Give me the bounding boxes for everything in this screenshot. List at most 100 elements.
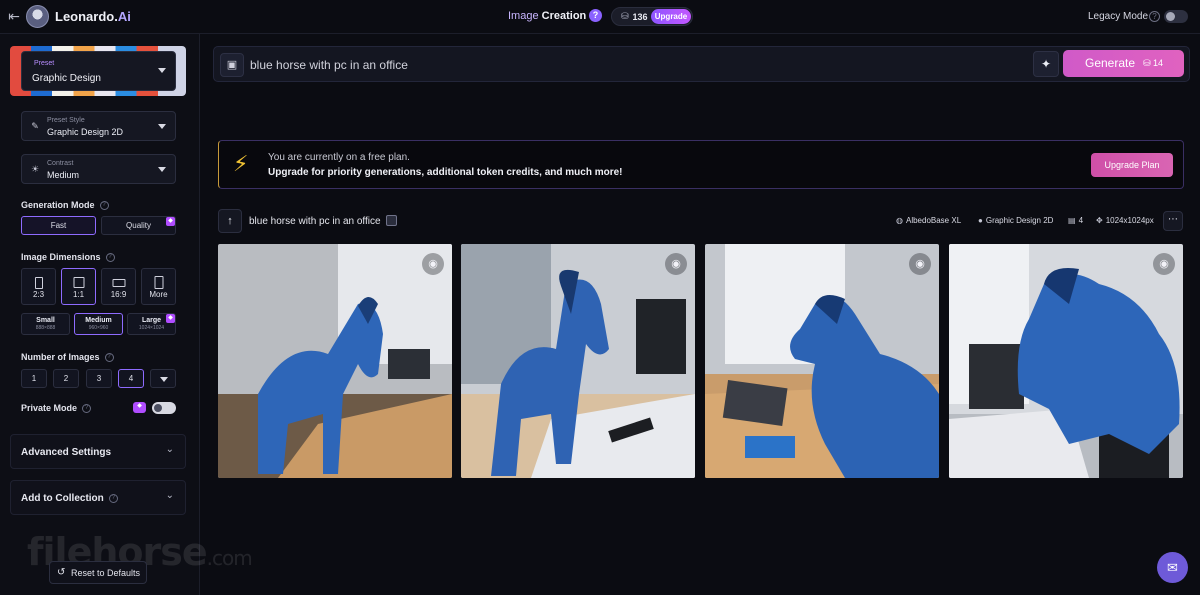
promo-line-1: You are currently on a free plan. [268, 152, 410, 163]
ratio-more-button[interactable]: More [141, 268, 176, 305]
chat-support-icon[interactable]: ✉ [1157, 552, 1188, 583]
upgrade-plan-button[interactable]: Upgrade Plan [1091, 153, 1173, 177]
help-icon[interactable]: ? [105, 253, 115, 263]
generation-mode-heading: Generation Mode? [21, 200, 109, 211]
advanced-settings-label: Advanced Settings [21, 447, 112, 458]
horse-office-image [949, 244, 1183, 478]
size-name: Medium [85, 317, 112, 324]
images-count-2-button[interactable]: 2 [53, 369, 79, 388]
settings-sidebar: Preset Graphic Design ✎ Preset Style Gra… [0, 34, 253, 595]
view-image-icon[interactable]: ◉ [665, 253, 687, 275]
reset-label: Reset to Defaults [71, 568, 141, 578]
premium-icon: ◆ [166, 217, 175, 226]
images-count-more-button[interactable] [150, 369, 176, 388]
mode-quality-button[interactable]: Quality [101, 216, 176, 235]
preset-style-value: Graphic Design 2D [47, 127, 124, 137]
main-panel: ▣ ✦ Generate ⛁ 14 ⚡ You are currently on… [201, 34, 1200, 595]
horse-office-image [218, 244, 452, 478]
ratio-2-3-button[interactable]: 2:3 [21, 268, 56, 305]
landscape-icon [112, 279, 125, 287]
help-icon[interactable]: ? [99, 201, 109, 211]
contrast-label: Contrast [47, 160, 74, 167]
upgrade-button[interactable]: Upgrade [651, 9, 691, 24]
resize-icon: ✥ [1096, 216, 1103, 225]
view-image-icon[interactable]: ◉ [1153, 253, 1175, 275]
more-options-icon[interactable]: ⋯ [1163, 211, 1183, 231]
size-resolution: 960×960 [88, 325, 109, 331]
preset-style-select[interactable]: ✎ Preset Style Graphic Design 2D [21, 111, 176, 141]
private-mode-toggle[interactable] [152, 402, 176, 414]
add-to-collection-label: Add to Collection? [21, 493, 118, 504]
style-icon: ● [978, 216, 983, 225]
help-icon[interactable]: ? [589, 9, 602, 22]
view-image-icon[interactable]: ◉ [909, 253, 931, 275]
top-bar: ⇤ Leonardo.Ai Image Creation ? ⛁ 136 Upg… [0, 0, 1200, 34]
avatar[interactable] [26, 5, 49, 28]
add-to-collection-accordion[interactable]: Add to Collection? ⌄ [10, 480, 186, 515]
size-name: Small [36, 317, 55, 324]
generated-image-2[interactable]: ◉ [461, 244, 695, 478]
prompt-enhance-icon[interactable]: ✦ [1033, 51, 1059, 77]
generated-image-4[interactable]: ◉ [949, 244, 1183, 478]
images-count-1-button[interactable]: 1 [21, 369, 47, 388]
preset-label: Preset [34, 60, 55, 67]
images-count-3-button[interactable]: 3 [86, 369, 112, 388]
preset-select[interactable]: Preset Graphic Design [21, 51, 176, 91]
advanced-settings-accordion[interactable]: Advanced Settings ⌄ [10, 434, 186, 469]
ratio-label: 1:1 [72, 290, 85, 299]
copy-icon[interactable] [386, 215, 397, 226]
mode-fast-button[interactable]: Fast [21, 216, 96, 235]
image-upload-icon[interactable]: ▣ [220, 53, 244, 77]
ratio-16-9-button[interactable]: 16:9 [101, 268, 136, 305]
lightning-icon: ⚡ [233, 151, 249, 176]
page-title: Image Creation [508, 10, 587, 22]
size-medium-button[interactable]: Medium 960×960 [74, 313, 123, 335]
premium-icon: ◆ [166, 314, 175, 323]
ratio-label: 16:9 [110, 290, 127, 299]
caret-down-icon [158, 124, 166, 129]
style-badge: ● Graphic Design 2D [978, 216, 1054, 225]
model-icon: ◍ [896, 216, 903, 225]
chevron-down-icon: ⌄ [165, 490, 174, 501]
caret-down-icon [158, 68, 166, 73]
size-small-button[interactable]: Small 888×888 [21, 313, 70, 335]
size-resolution: 888×888 [35, 325, 56, 331]
reset-defaults-button[interactable]: ↺ Reset to Defaults [49, 561, 147, 584]
generated-image-3[interactable]: ◉ [705, 244, 939, 478]
reuse-prompt-icon[interactable]: ↑ [218, 209, 242, 233]
sun-icon: ☀ [30, 164, 40, 174]
legacy-mode-toggle[interactable] [1164, 10, 1188, 23]
generation-prompt: blue horse with pc in an office [249, 216, 381, 227]
promo-line-2: Upgrade for priority generations, additi… [268, 167, 623, 178]
ratio-1-1-button[interactable]: 1:1 [61, 268, 96, 305]
resolution-badge: ✥ 1024x1024px [1096, 216, 1154, 225]
generate-button[interactable]: Generate ⛁ 14 [1063, 50, 1184, 77]
caret-down-icon [160, 377, 168, 382]
collapse-sidebar-icon[interactable]: ⇤ [6, 8, 22, 24]
caret-down-icon [158, 167, 166, 172]
chevron-down-icon: ⌄ [165, 444, 174, 455]
help-icon[interactable]: ? [104, 353, 114, 363]
number-of-images-heading: Number of Images? [21, 352, 114, 363]
model-badge: ◍ AlbedoBase XL [896, 216, 962, 225]
contrast-value: Medium [47, 170, 80, 180]
contrast-select[interactable]: ☀ Contrast Medium [21, 154, 176, 184]
legacy-mode-label: Legacy Mode [1088, 11, 1149, 22]
horse-office-image [461, 244, 695, 478]
images-count-4-button[interactable]: 4 [118, 369, 144, 388]
help-icon[interactable]: ? [82, 404, 92, 414]
help-icon[interactable]: ? [108, 493, 118, 503]
upgrade-banner: ⚡ You are currently on a free plan. Upgr… [218, 140, 1184, 189]
brand-logo[interactable]: Leonardo.Ai [55, 9, 131, 24]
generated-image-1[interactable]: ◉ [218, 244, 452, 478]
image-dimensions-heading: Image Dimensions? [21, 252, 115, 263]
horse-office-image [705, 244, 939, 478]
portrait-icon [34, 277, 43, 289]
size-resolution: 1024×1024 [138, 325, 165, 331]
generate-cost: ⛁ 14 [1143, 58, 1164, 68]
view-image-icon[interactable]: ◉ [422, 253, 444, 275]
app-root: ⇤ Leonardo.Ai Image Creation ? ⛁ 136 Upg… [0, 0, 1200, 595]
legacy-help-icon[interactable]: ? [1149, 11, 1160, 22]
prompt-input[interactable] [250, 56, 1010, 74]
token-count: 136 [632, 11, 648, 22]
